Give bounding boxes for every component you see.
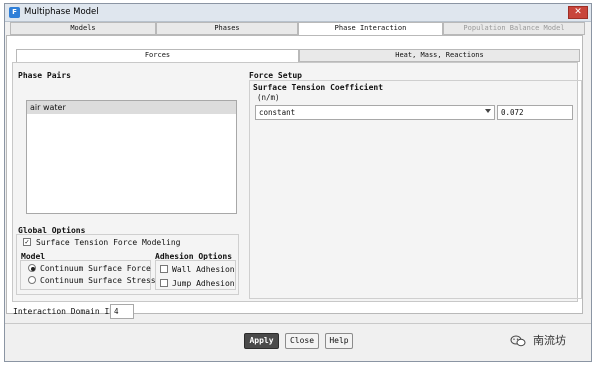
close-button[interactable]: Close — [285, 333, 319, 349]
fluent-app-icon: F — [9, 7, 20, 18]
apply-button[interactable]: Apply — [244, 333, 279, 349]
window-close-button[interactable]: ✕ — [568, 6, 588, 19]
tab-phases[interactable]: Phases — [156, 22, 298, 35]
phase-pair-item-air-water[interactable]: air water — [27, 101, 236, 114]
watermark-text: 南流坊 — [533, 334, 566, 347]
wall-adhesion-checkbox[interactable] — [160, 265, 168, 273]
force-setup-heading: Force Setup — [249, 71, 302, 80]
jump-adhesion-checkbox[interactable] — [160, 279, 168, 287]
continuum-surface-stress-label: Continuum Surface Stress — [40, 276, 156, 285]
continuum-surface-force-label: Continuum Surface Force — [40, 264, 151, 273]
surface-tension-units: (n/m) — [257, 93, 280, 102]
surface-tension-modeling-label: Surface Tension Force Modeling — [36, 238, 181, 247]
continuum-surface-stress-radio[interactable] — [28, 276, 36, 284]
help-button[interactable]: Help — [325, 333, 353, 349]
window-title: Multiphase Model — [24, 7, 99, 17]
wall-adhesion-label: Wall Adhesion — [172, 265, 235, 274]
phase-pairs-heading: Phase Pairs — [18, 71, 71, 80]
interaction-domain-id-label: Interaction Domain ID — [13, 307, 115, 316]
surface-tension-coefficient-title: Surface Tension Coefficient — [253, 83, 384, 92]
surface-tension-modeling-checkbox[interactable]: ✓ — [23, 238, 31, 246]
phase-pairs-list[interactable] — [26, 100, 237, 214]
jump-adhesion-label: Jump Adhesion — [172, 279, 235, 288]
interaction-domain-id-input[interactable]: 4 — [110, 304, 134, 319]
wechat-icon — [510, 335, 526, 347]
tab-forces[interactable]: Forces — [16, 49, 299, 63]
chevron-down-icon[interactable] — [485, 109, 491, 113]
tab-phase-interaction[interactable]: Phase Interaction — [298, 22, 443, 36]
tab-population-balance-model[interactable]: Population Balance Model — [443, 22, 585, 35]
footer-divider — [5, 323, 591, 324]
radio-selected-dot — [31, 267, 35, 271]
surface-tension-value-input[interactable]: 0.072 — [497, 105, 573, 120]
tab-models[interactable]: Models — [10, 22, 156, 35]
tab-heat-mass-reactions[interactable]: Heat, Mass, Reactions — [299, 49, 580, 62]
title-bar: F Multiphase Model ✕ — [5, 4, 591, 22]
continuum-surface-force-radio[interactable] — [28, 264, 36, 272]
surface-tension-method-dropdown[interactable]: constant — [255, 105, 495, 120]
